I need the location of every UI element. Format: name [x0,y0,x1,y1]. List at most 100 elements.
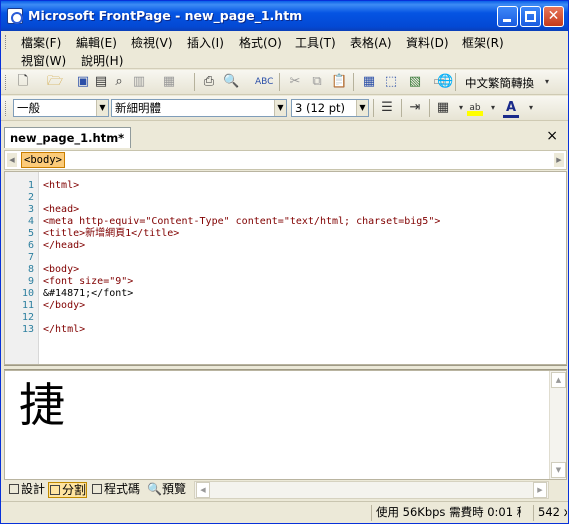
code-line[interactable]: <meta http-equiv="Content-Type" content=… [43,216,440,228]
search-icon[interactable]: ⌕ [111,74,127,90]
toolbar-separator [353,73,354,91]
chevron-down-icon[interactable]: ▼ [356,100,368,116]
copy-icon[interactable]: ⧉ [309,74,325,90]
line-number: 9 [27,276,34,287]
code-line[interactable]: <body> [43,264,79,276]
menu-format[interactable]: 格式(O) [239,34,282,51]
formatting-toolbar: 一般 ▼ 新細明體 ▼ 3 (12 pt) ▼ ☰ ⇥ ▦ ▾ ab ▾ A ▾ [1,96,568,121]
tab-preview-label: 預覽 [161,482,186,496]
open-folder-icon[interactable]: 🗁 [47,74,63,90]
code-line[interactable]: <font size="9"> [43,276,133,288]
chevron-down-icon[interactable]: ▾ [523,100,539,116]
toolbar-separator [429,99,430,117]
paste-icon[interactable]: 📋 [331,74,347,90]
scroll-right-icon[interactable]: ▶ [533,482,547,498]
scroll-right-icon[interactable]: ▶ [554,153,564,167]
tab-code-label: 程式碼 [104,482,141,496]
toolbar-separator [279,73,280,91]
new-page-icon[interactable]: 🗋 [15,74,31,90]
increase-indent-icon[interactable]: ⇥ [407,100,423,116]
tab-code[interactable]: 程式碼 [91,482,140,498]
chevron-down-icon[interactable]: ▼ [96,100,108,116]
chevron-down-icon[interactable]: ▼ [274,100,286,116]
design-content-text[interactable]: 捷 [19,377,65,433]
code-line[interactable]: </body> [43,300,85,312]
line-number: 11 [21,300,34,311]
scroll-left-icon[interactable]: ◀ [196,482,210,498]
cut-icon[interactable]: ✂ [287,74,303,90]
tab-split[interactable]: 分割 [48,482,88,498]
highlight-icon[interactable]: ab [467,100,483,116]
publish-icon[interactable]: ▤ [93,74,109,90]
menu-view[interactable]: 檢視(V) [131,34,173,51]
scroll-up-icon[interactable]: ▲ [551,372,566,388]
maximize-icon [525,11,536,22]
font-color-icon[interactable]: A [503,100,519,118]
align-right-icon[interactable]: ☰ [379,100,395,116]
preview-icon[interactable]: 🔍 [223,74,239,90]
insert-table-icon[interactable]: ▦ [361,74,377,90]
horizontal-scrollbar[interactable]: ◀ ▶ [194,481,549,499]
line-number: 2 [27,192,34,203]
tab-split-label: 分割 [62,483,87,497]
toolbar-grip[interactable] [5,75,8,90]
vertical-scrollbar[interactable]: ▲ ▼ [549,371,566,479]
scroll-down-icon[interactable]: ▼ [551,462,566,478]
menu-edit[interactable]: 編輯(E) [76,34,117,51]
close-document-icon[interactable]: × [546,128,558,144]
chevron-down-icon[interactable]: ▾ [485,100,501,116]
toolbar-separator [373,99,374,117]
insert-layer-box-icon[interactable]: ⬚ [383,74,399,90]
tab-new-page[interactable]: new_page_1.htm* [4,127,132,148]
code-line[interactable]: </html> [43,324,85,336]
spelling-icon[interactable]: ABC [255,74,273,90]
menu-data[interactable]: 資料(D) [406,34,449,51]
line-number: 12 [21,312,34,323]
menu-tools[interactable]: 工具(T) [295,34,336,51]
code-line[interactable]: <head> [43,204,79,216]
menu-grip[interactable] [5,35,8,49]
insert-layer-icon[interactable]: ▦ [161,74,177,90]
preview-search-icon: 🔍 [147,482,162,496]
insert-picture-icon[interactable]: ▧ [407,74,423,90]
code-line[interactable]: </head> [43,240,85,252]
title-bar[interactable]: Microsoft FrontPage - new_page_1.htm ✕ [1,1,568,31]
close-window-button[interactable]: ✕ [543,6,564,27]
menu-insert[interactable]: 插入(I) [187,34,224,51]
font-size-value: 3 (12 pt) [295,101,346,115]
style-select[interactable]: 一般 ▼ [13,99,109,117]
toolbar-grip[interactable] [5,101,8,116]
hyperlink-icon[interactable]: 🌐 [437,74,453,90]
tab-design[interactable]: 設計 [8,482,45,498]
save-icon[interactable]: ▣ [75,74,91,90]
font-select[interactable]: 新細明體 ▼ [111,99,287,117]
print-icon[interactable]: ⎙ [201,74,217,90]
code-pane[interactable]: 1 2 3 4 5 6 7 8 9 10 11 12 13 <html> <he… [4,171,567,365]
design-view-icon [9,484,19,494]
chinese-convert-button[interactable]: 中文繁簡轉換 [465,75,534,91]
menu-table[interactable]: 表格(A) [350,34,392,51]
frontpage-app-icon[interactable] [7,8,23,24]
menu-frames[interactable]: 框架(R) [462,34,504,51]
font-value: 新細明體 [115,101,161,115]
line-number-gutter: 1 2 3 4 5 6 7 8 9 10 11 12 13 [5,172,39,364]
minimize-button[interactable] [497,6,518,27]
chevron-down-icon[interactable]: ▾ [539,74,555,90]
design-pane[interactable]: 捷 ▲ ▼ [4,370,567,480]
menu-window[interactable]: 視窗(W) [21,52,66,69]
borders-icon[interactable]: ▦ [435,100,451,116]
font-size-select[interactable]: 3 (12 pt) ▼ [291,99,369,117]
line-number: 4 [27,216,34,227]
tab-preview[interactable]: 🔍預覽 [146,482,186,498]
menu-help[interactable]: 說明(H) [81,52,123,69]
view-mode-bar: 設計 分割 程式碼 🔍預覽 ◀ ▶ [4,480,567,500]
maximize-button[interactable] [520,6,541,27]
body-tag-button[interactable]: <body> [21,152,65,168]
menu-file[interactable]: 檔案(F) [21,34,61,51]
code-line[interactable]: <title>新增網頁1</title> [43,228,179,240]
scroll-left-icon[interactable]: ◀ [7,153,17,167]
quick-tag-selector: ◀ <body> ▶ [4,150,567,170]
tile-icon[interactable]: ▥ [131,74,147,90]
code-line[interactable]: <html> [43,180,79,192]
code-line[interactable]: &#14871;</font> [43,288,133,300]
